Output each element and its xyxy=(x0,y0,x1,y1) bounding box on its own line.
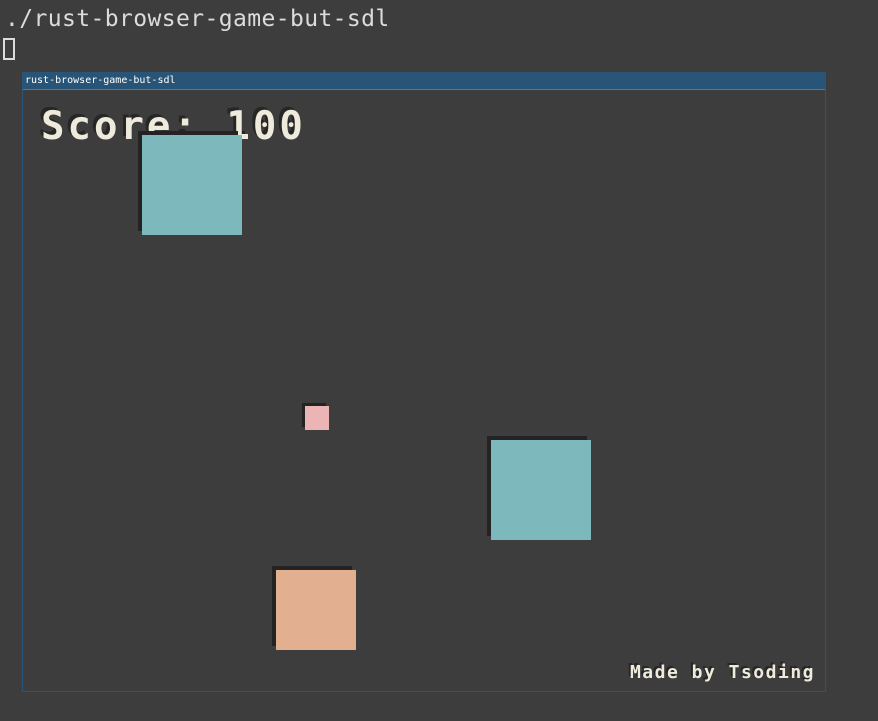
window-title: rust-browser-game-but-sdl xyxy=(25,75,176,86)
game-window[interactable]: rust-browser-game-but-sdl Score: 100 Mad… xyxy=(22,72,826,692)
enemy-block xyxy=(142,135,242,235)
game-canvas[interactable]: Score: 100 Made by Tsoding xyxy=(23,90,825,691)
enemy-block xyxy=(491,440,591,540)
terminal-command: ./rust-browser-game-but-sdl xyxy=(5,6,390,32)
projectile xyxy=(305,406,329,430)
window-titlebar[interactable]: rust-browser-game-but-sdl xyxy=(23,73,825,90)
player-block xyxy=(276,570,356,650)
terminal-cursor xyxy=(3,38,15,60)
terminal: ./rust-browser-game-but-sdl rust-browser… xyxy=(0,0,878,721)
credit-label: Made by Tsoding xyxy=(629,662,815,683)
